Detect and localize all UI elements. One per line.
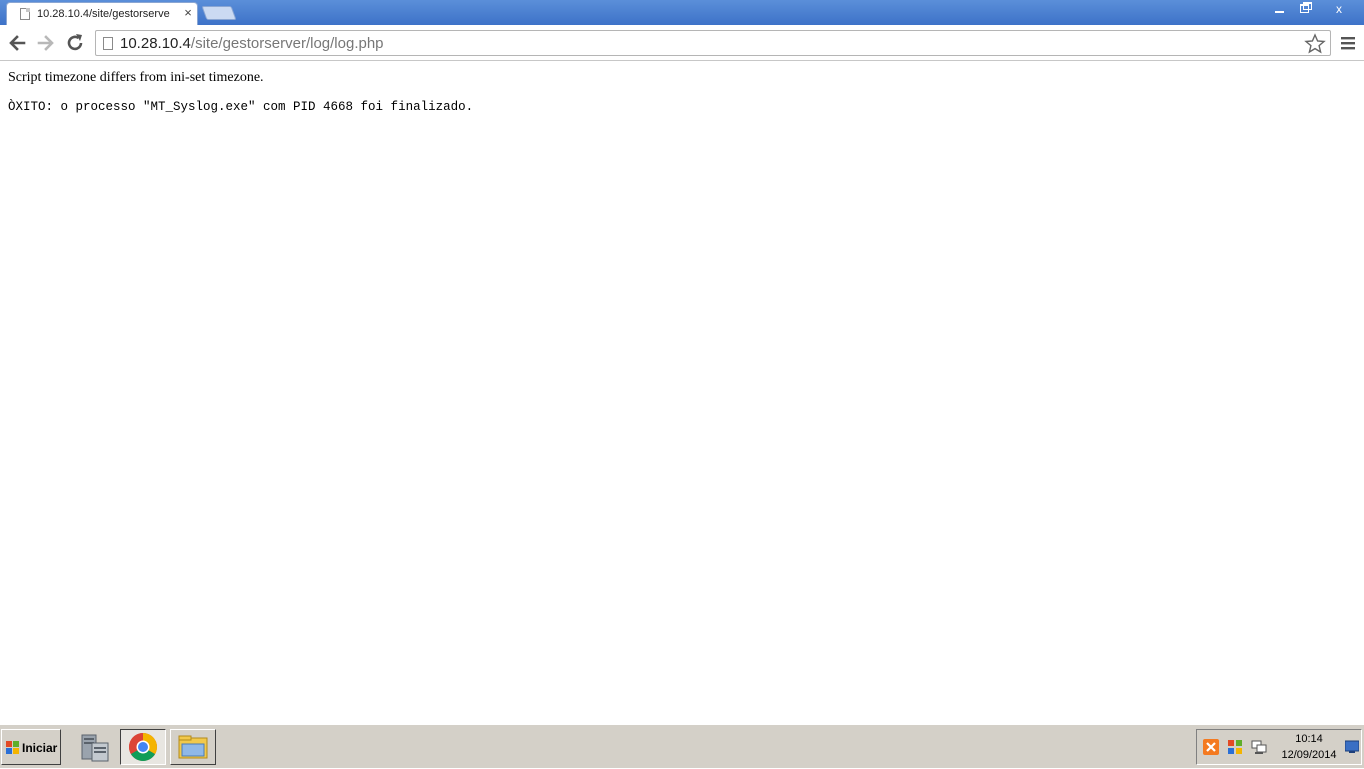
chrome-icon <box>129 733 157 761</box>
new-tab-button[interactable] <box>201 6 237 20</box>
window-titlebar: 10.28.10.4/site/gestorserve × x <box>0 0 1364 25</box>
clock-time[interactable]: 10:14 <box>1281 733 1337 745</box>
close-window-button[interactable]: x <box>1318 0 1360 18</box>
tab-title: 10.28.10.4/site/gestorserve <box>37 8 170 20</box>
forward-arrow-icon[interactable] <box>35 32 57 54</box>
timezone-warning-text: Script timezone differs from ini-set tim… <box>8 70 264 85</box>
minimize-icon <box>1275 11 1284 13</box>
system-tray: 10:14 12/09/2014 <box>1196 729 1362 765</box>
page-icon <box>20 8 30 20</box>
show-desktop-icon[interactable] <box>1345 740 1359 754</box>
folder-icon <box>178 735 208 759</box>
xampp-icon[interactable] <box>1203 739 1219 755</box>
process-result-text: ÒXITO: o processo "MT_Syslog.exe" com PI… <box>8 100 474 114</box>
address-bar[interactable]: 10.28.10.4/site/gestorserver/log/log.php <box>95 30 1331 56</box>
network-icon[interactable] <box>1251 739 1267 755</box>
taskbar: Iniciar 10:14 12/09/2014 <box>0 724 1364 768</box>
tab-close-icon[interactable]: × <box>182 6 194 20</box>
url-path: /site/gestorserver/log/log.php <box>190 35 384 52</box>
chrome-taskbar-button[interactable] <box>120 729 166 765</box>
back-arrow-icon[interactable] <box>6 32 28 54</box>
windows-logo-icon <box>6 741 19 754</box>
page-icon <box>103 37 113 50</box>
browser-toolbar: 10.28.10.4/site/gestorserver/log/log.php <box>0 25 1364 61</box>
restore-button[interactable] <box>1293 0 1317 18</box>
url-host: 10.28.10.4 <box>120 35 191 52</box>
clock-date[interactable]: 12/09/2014 <box>1277 749 1341 761</box>
server-manager-icon[interactable] <box>72 729 118 765</box>
bookmark-star-icon[interactable] <box>1304 33 1326 55</box>
page-content: Script timezone differs from ini-set tim… <box>0 62 1364 724</box>
start-button[interactable]: Iniciar <box>1 729 61 765</box>
address-url[interactable]: 10.28.10.4/site/gestorserver/log/log.php <box>120 35 384 53</box>
explorer-taskbar-button[interactable] <box>170 729 216 765</box>
minimize-button[interactable] <box>1268 0 1292 18</box>
reload-icon[interactable] <box>64 32 86 54</box>
windows-flag-tray-icon[interactable] <box>1227 739 1243 755</box>
browser-tab-active[interactable]: 10.28.10.4/site/gestorserve × <box>6 2 198 25</box>
menu-hamburger-icon[interactable] <box>1338 33 1358 53</box>
start-label: Iniciar <box>22 741 58 755</box>
restore-icon-front <box>1300 4 1309 13</box>
